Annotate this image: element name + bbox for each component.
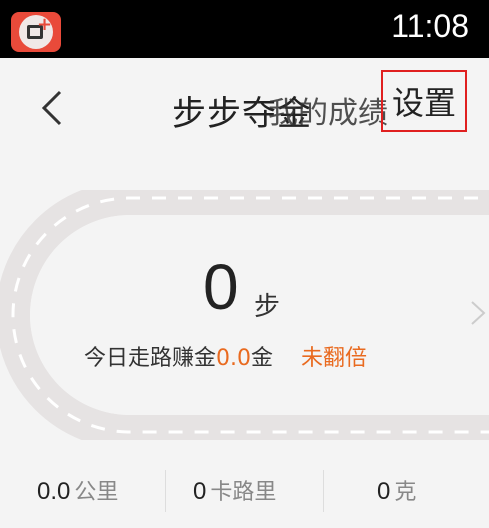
double-status[interactable]: 未翻倍 bbox=[301, 346, 367, 371]
earnings-value: 0.0 bbox=[216, 346, 252, 371]
stat-distance-unit: 公里 bbox=[74, 480, 119, 505]
running-track bbox=[0, 190, 489, 440]
step-unit: 步 bbox=[254, 292, 281, 322]
earnings-prefix: 今日走路赚金 bbox=[84, 346, 217, 371]
stat-fat-unit: 克 bbox=[394, 480, 417, 505]
stat-fat: 0克 bbox=[377, 474, 416, 506]
status-time: 11:08 bbox=[391, 8, 469, 44]
stat-divider bbox=[323, 470, 324, 512]
earnings-unit: 金 bbox=[251, 346, 274, 371]
stat-distance-value: 0.0 bbox=[37, 478, 71, 505]
earnings-line: 今日走路赚金0.0金 未翻倍 bbox=[84, 340, 367, 372]
app-notification-icon[interactable] bbox=[11, 12, 61, 52]
stat-divider bbox=[165, 470, 166, 512]
stat-calories-unit: 卡路里 bbox=[210, 480, 277, 505]
stats-bar: 0.0 公里 0 卡路里 0克 bbox=[0, 456, 489, 528]
stat-calories: 0 卡路里 bbox=[193, 474, 276, 506]
page-title-overlay: 我的成绩 bbox=[268, 96, 388, 131]
settings-button[interactable]: 设置 bbox=[381, 70, 467, 132]
back-arrow-icon[interactable] bbox=[34, 88, 74, 128]
stat-fat-value: 0 bbox=[377, 478, 391, 505]
header: 步步夺金 我的成绩 设置 bbox=[0, 58, 489, 158]
stat-distance: 0.0 公里 bbox=[37, 474, 118, 506]
step-count: 0 bbox=[203, 251, 239, 323]
stat-calories-value: 0 bbox=[193, 478, 207, 505]
status-bar: 11:08 bbox=[0, 0, 489, 58]
chevron-right-icon[interactable] bbox=[468, 298, 488, 328]
